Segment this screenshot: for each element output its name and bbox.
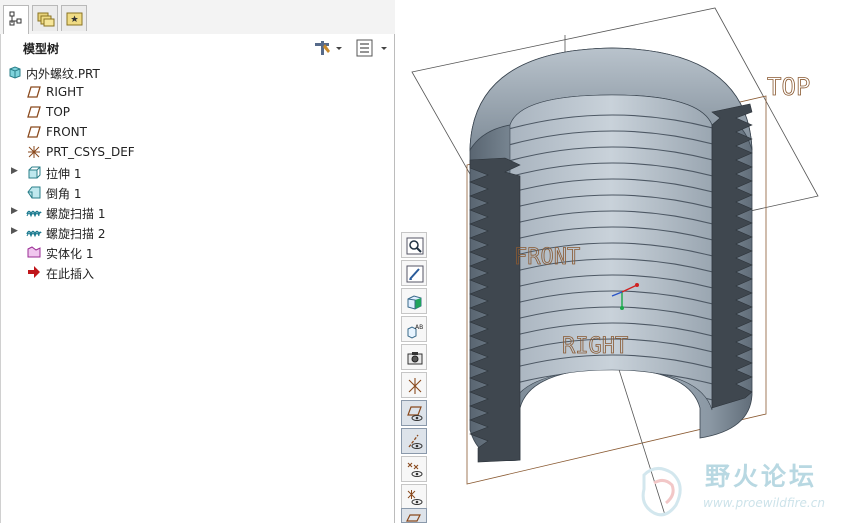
watermark-name: 野火论坛: [705, 462, 818, 491]
graphics-viewport[interactable]: TOP FRONT RIGHT: [0, 0, 846, 523]
watermark-url: www.proewildfire.cn: [703, 496, 825, 510]
plane-label-front: FRONT: [514, 245, 580, 270]
plane-label-right: RIGHT: [562, 334, 628, 359]
plane-label-top: TOP: [767, 73, 810, 101]
